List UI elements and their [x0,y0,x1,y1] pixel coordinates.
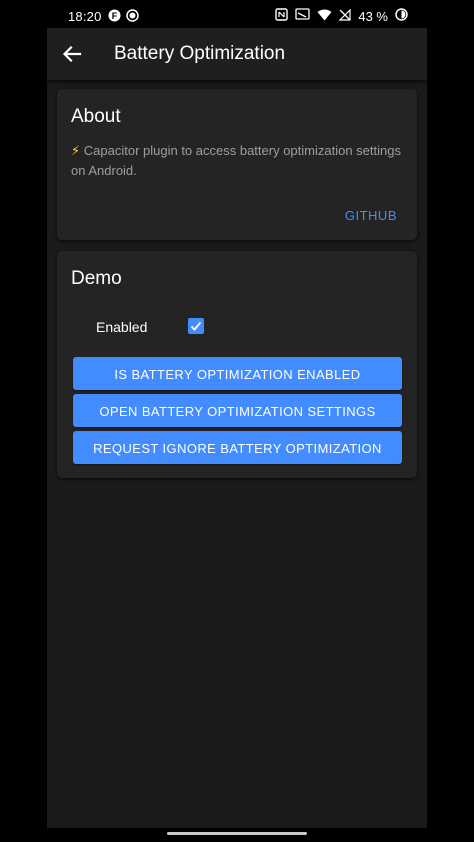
about-title: About [71,106,121,127]
status-left-icons: F [108,9,139,25]
no-signal-icon [338,8,351,24]
battery-percent: 43 % [358,8,388,24]
svg-text:F: F [112,11,118,21]
arrow-left-icon [62,45,82,63]
demo-title: Demo [71,268,122,289]
status-time: 18:20 [68,9,102,24]
is-battery-optimization-enabled-button[interactable]: IS BATTERY OPTIMIZATION ENABLED [73,357,402,390]
checkmark-icon [190,321,202,331]
enabled-label: Enabled [96,319,148,335]
status-right-icons: 43 % [275,8,408,24]
nfc-icon [275,8,289,24]
open-battery-optimization-settings-button[interactable]: OPEN BATTERY OPTIMIZATION SETTINGS [73,394,402,427]
about-card: About ⚡ Capacitor plugin to access batte… [57,89,417,240]
demo-card: Demo Enabled IS BATTERY OPTIMIZATION ENA… [57,251,417,478]
app-content: Battery Optimization About ⚡ Capacitor p… [47,28,427,828]
lightning-bolt-icon: ⚡ [71,143,81,158]
f-app-icon: F [108,9,121,25]
about-description-text: Capacitor plugin to access battery optim… [71,143,401,178]
page-title: Battery Optimization [114,43,286,64]
battery-icon [395,8,408,24]
record-icon [126,9,139,25]
cast-icon [295,8,311,24]
back-button[interactable] [62,44,82,64]
github-button[interactable]: GITHUB [345,208,397,223]
phone-screen: 18:20 F 43 % Battery Optimization About … [0,0,474,842]
request-ignore-battery-optimization-button[interactable]: REQUEST IGNORE BATTERY OPTIMIZATION [73,431,402,464]
toolbar: Battery Optimization [47,28,427,80]
gesture-nav-handle[interactable] [167,832,307,835]
enabled-checkbox[interactable] [188,318,204,334]
wifi-icon [317,9,332,24]
about-description: ⚡ Capacitor plugin to access battery opt… [71,141,407,181]
